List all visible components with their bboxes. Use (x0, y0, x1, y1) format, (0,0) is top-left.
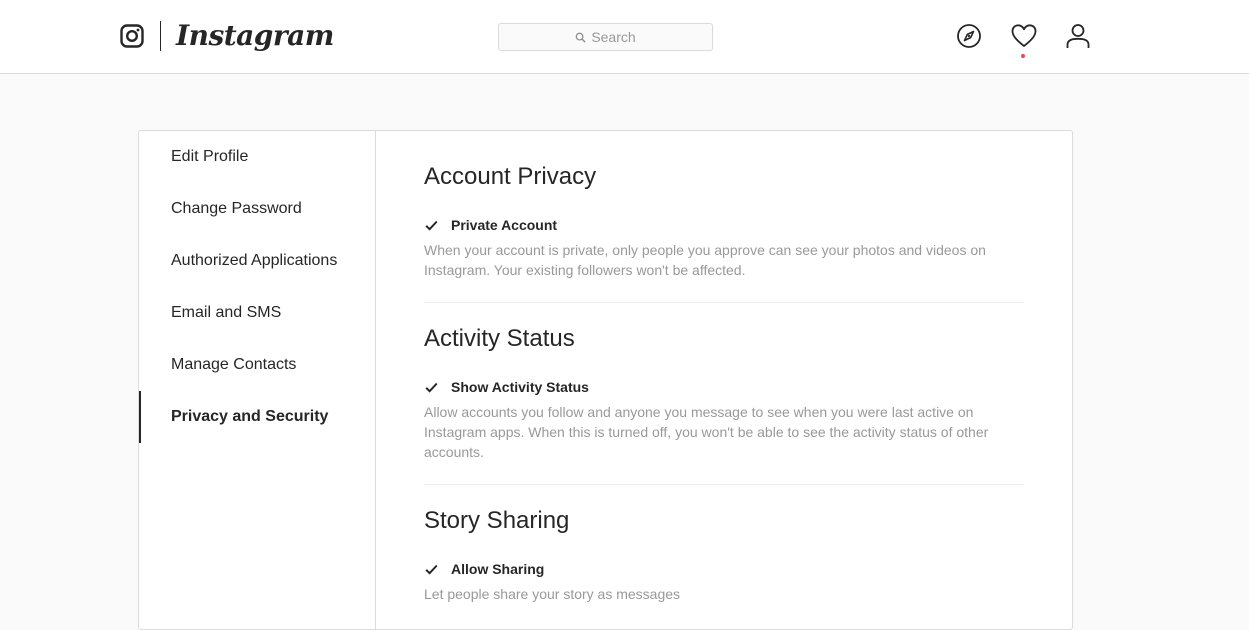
instagram-camera-icon[interactable] (120, 24, 144, 48)
instagram-wordmark[interactable]: Instagram (176, 18, 334, 54)
section-divider (424, 302, 1024, 303)
top-navigation-bar: Instagram Search (0, 0, 1249, 74)
sidebar-item-edit-profile[interactable]: Edit Profile (139, 131, 375, 183)
search-icon (575, 32, 586, 43)
notification-dot (1021, 54, 1025, 58)
user-icon[interactable] (1064, 22, 1092, 50)
logo-divider (160, 21, 161, 51)
story-sharing-description: Let people share your story as messages (424, 586, 681, 602)
sidebar-item-email-and-sms[interactable]: Email and SMS (139, 287, 375, 339)
show-activity-status-label[interactable]: Show Activity Status (451, 379, 589, 395)
checkmark-icon (424, 220, 438, 231)
account-privacy-heading: Account Privacy (424, 163, 597, 190)
heart-icon[interactable] (1010, 22, 1038, 50)
sidebar-item-authorized-applications[interactable]: Authorized Applications (139, 235, 375, 287)
private-account-row: Private Account (424, 217, 557, 233)
activity-status-heading: Activity Status (424, 325, 575, 352)
private-account-checkbox[interactable] (424, 218, 438, 232)
settings-sidebar: Edit Profile Change Password Authorized … (139, 131, 376, 629)
show-activity-status-row: Show Activity Status (424, 379, 589, 395)
search-input[interactable]: Search (498, 23, 713, 51)
allow-sharing-label[interactable]: Allow Sharing (451, 561, 544, 577)
section-divider (424, 484, 1024, 485)
show-activity-status-checkbox[interactable] (424, 380, 438, 394)
story-sharing-heading: Story Sharing (424, 507, 570, 534)
compass-icon[interactable] (955, 22, 983, 50)
sidebar-item-privacy-and-security[interactable]: Privacy and Security (139, 391, 375, 443)
checkmark-icon (424, 564, 438, 575)
sidebar-item-change-password[interactable]: Change Password (139, 183, 375, 235)
search-placeholder: Search (591, 29, 636, 45)
checkmark-icon (424, 382, 438, 393)
allow-sharing-row: Allow Sharing (424, 561, 544, 577)
allow-sharing-checkbox[interactable] (424, 562, 438, 576)
private-account-label[interactable]: Private Account (451, 217, 557, 233)
activity-status-description: Allow accounts you follow and anyone you… (424, 404, 989, 460)
settings-panel: Edit Profile Change Password Authorized … (138, 130, 1073, 630)
sidebar-item-manage-contacts[interactable]: Manage Contacts (139, 339, 375, 391)
private-account-description: When your account is private, only peopl… (424, 242, 986, 278)
